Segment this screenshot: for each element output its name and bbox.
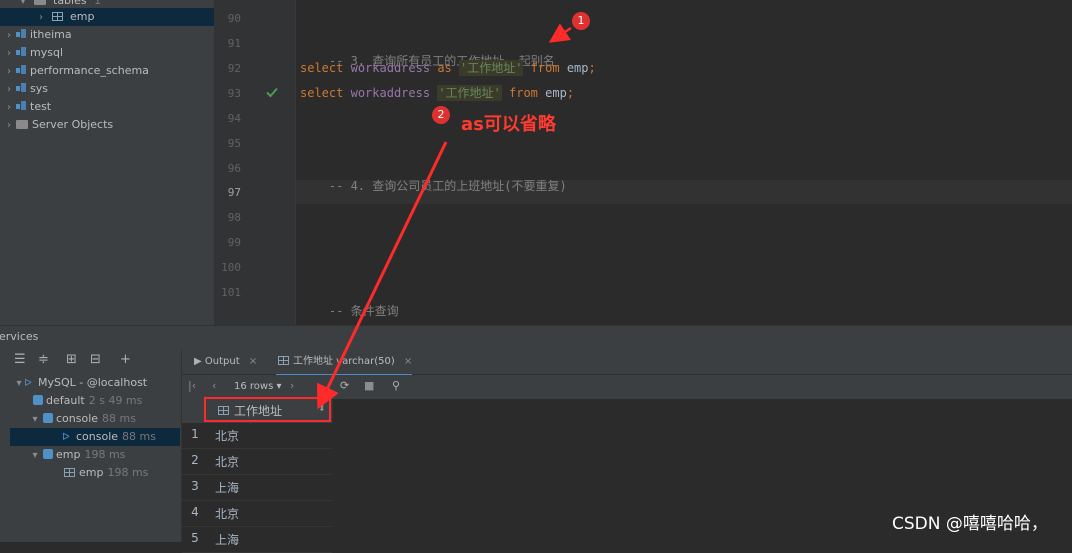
annotation-arrows: [316, 23, 572, 410]
badge-2: 2: [432, 106, 450, 124]
watermark: CSDN @嘻嘻哈哈，: [892, 514, 1048, 534]
arrow-to-column-header: [316, 141, 448, 410]
arrow-to-comment: [548, 23, 572, 43]
column-highlight-box: [204, 397, 331, 422]
badge-1: 1: [572, 12, 590, 30]
annotation-note: as可以省略: [461, 114, 556, 135]
